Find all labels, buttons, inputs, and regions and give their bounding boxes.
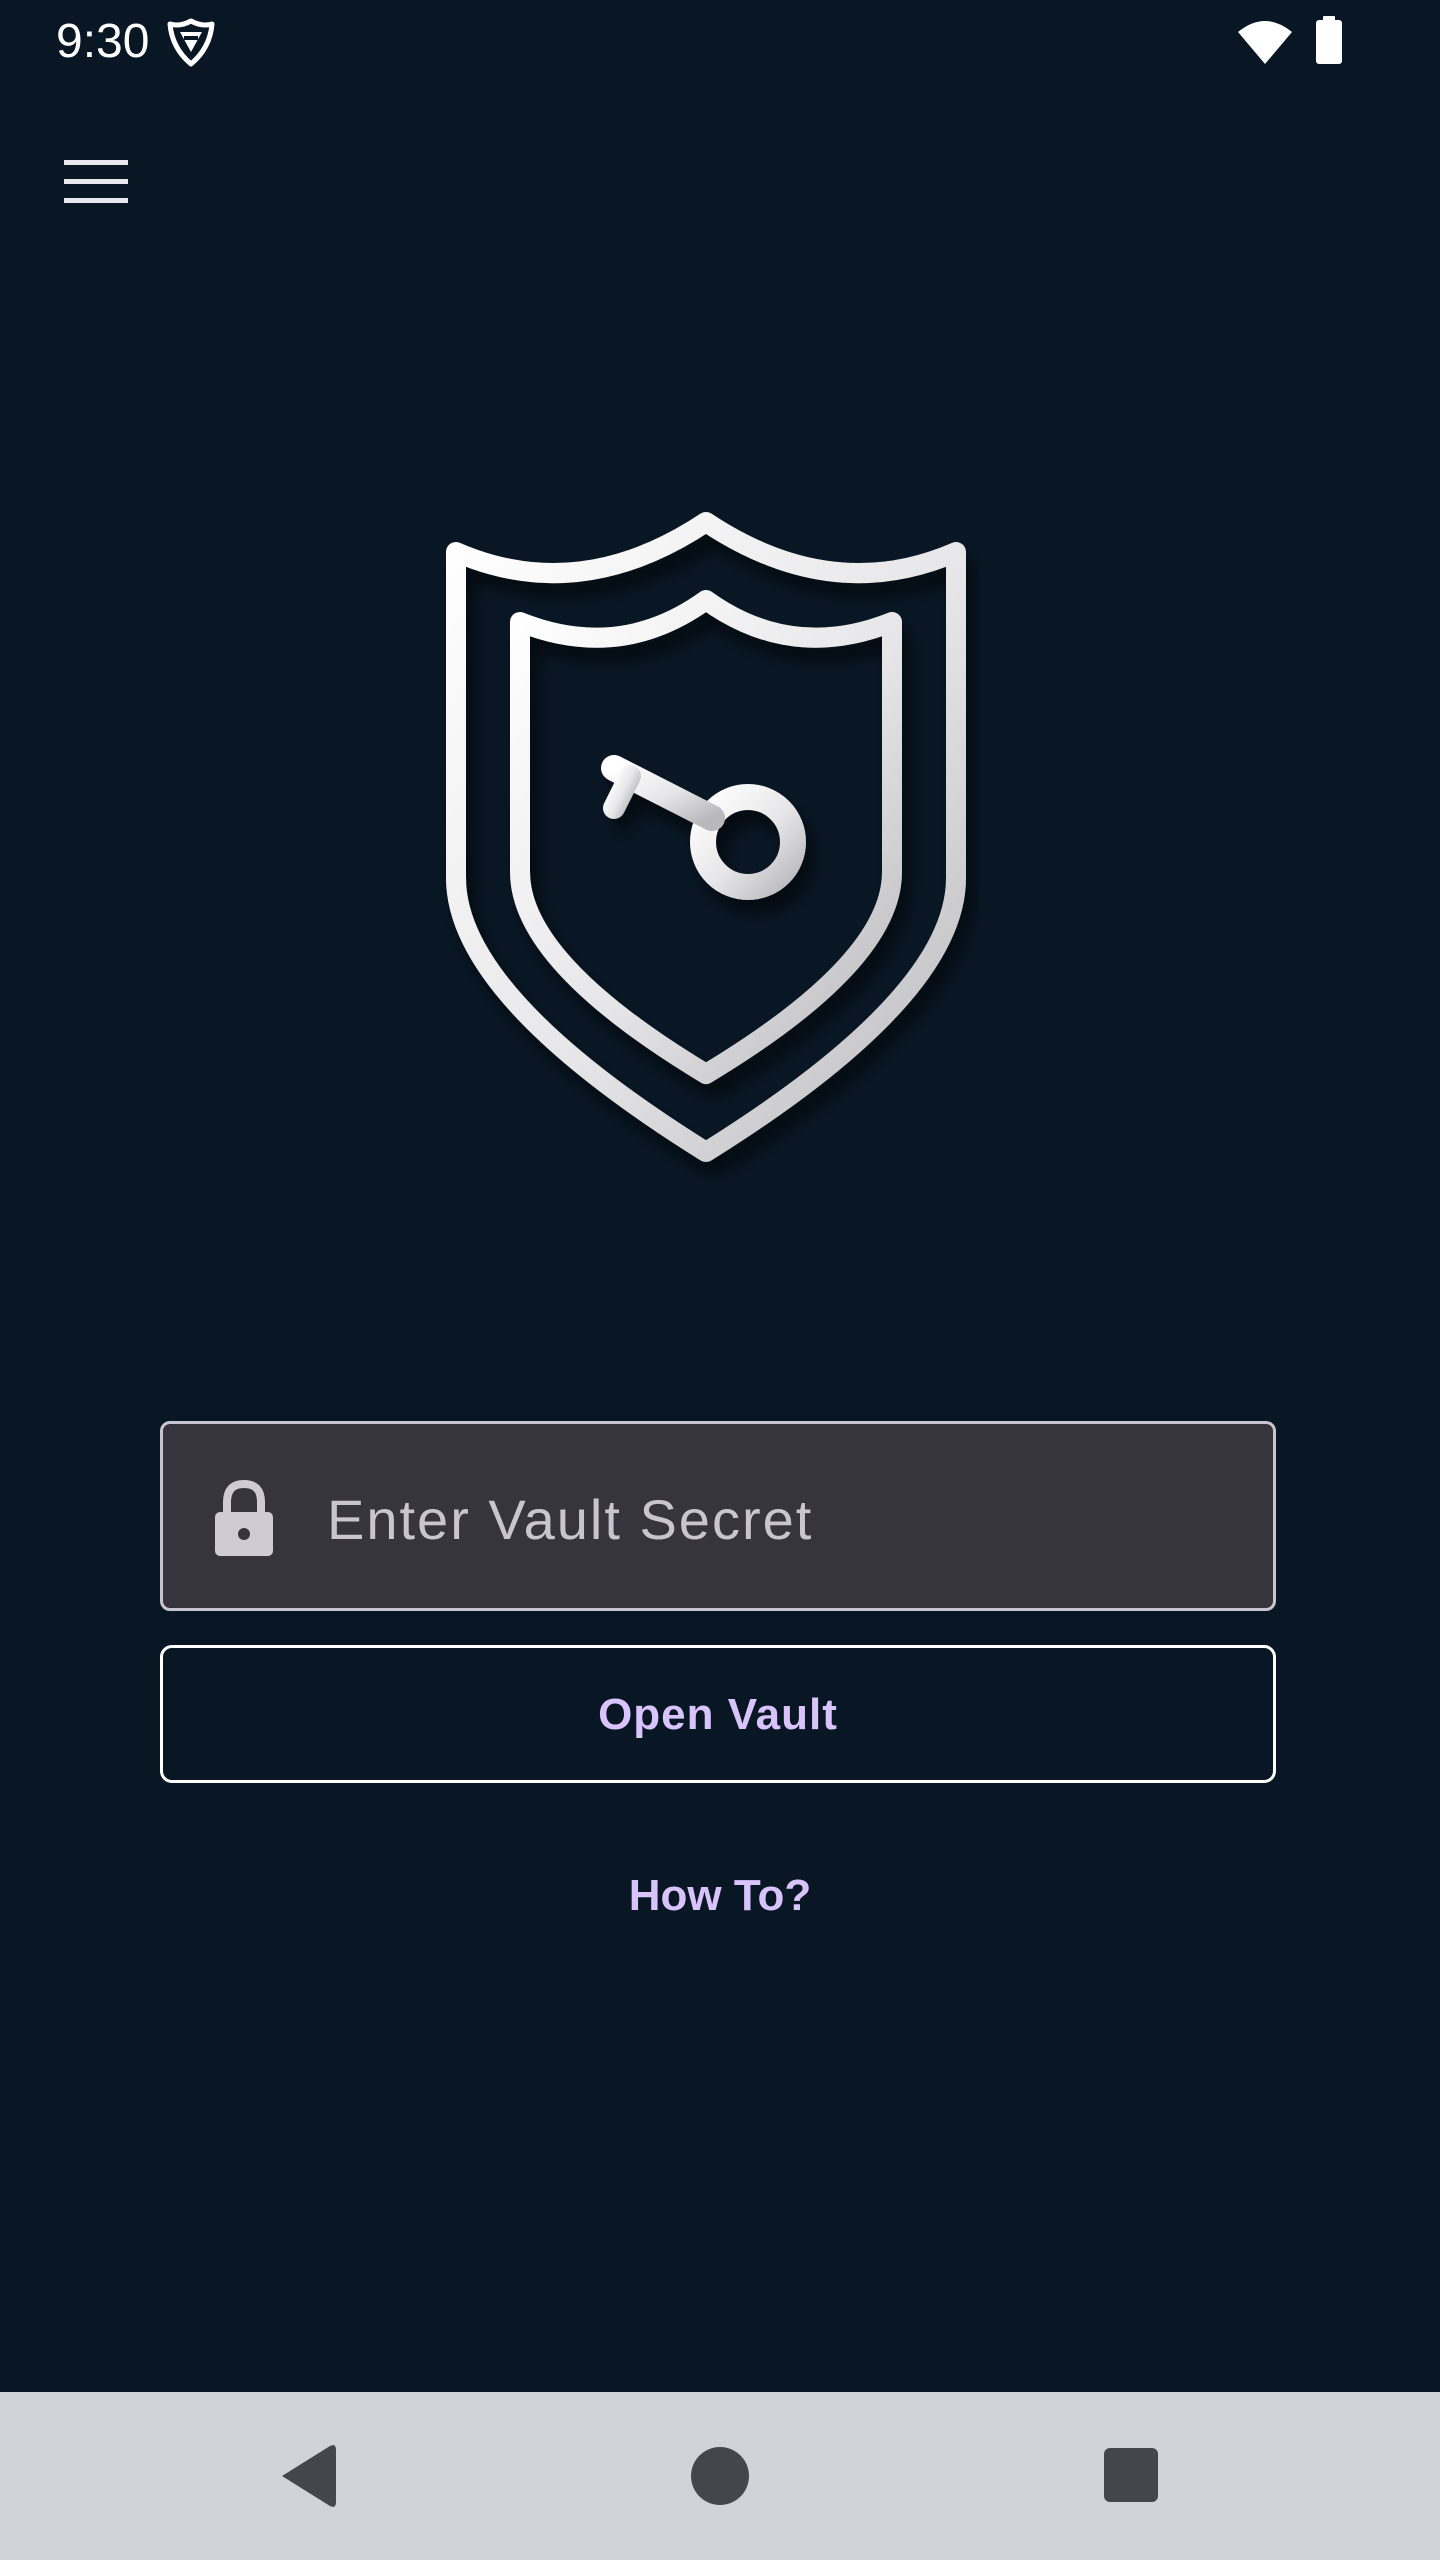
hamburger-menu-icon	[64, 160, 128, 203]
vault-secret-input[interactable]	[327, 1464, 1227, 1574]
status-bar: 9:30	[0, 0, 1440, 84]
battery-icon	[1316, 16, 1342, 64]
system-nav-bar	[0, 2392, 1440, 2560]
vault-secret-field[interactable]	[160, 1421, 1276, 1611]
wifi-icon	[1238, 21, 1292, 64]
lock-icon	[215, 1480, 273, 1556]
menu-button[interactable]	[40, 132, 156, 232]
open-vault-button[interactable]: Open Vault	[160, 1645, 1276, 1783]
status-time: 9:30	[56, 15, 150, 68]
home-icon[interactable]	[670, 2426, 770, 2526]
vault-screen: 9:30 Open Vault How To?	[0, 0, 1440, 2560]
shield-key-icon	[446, 512, 966, 1162]
how-to-link[interactable]: How To?	[560, 1854, 880, 1938]
vpn-shield-icon	[167, 18, 215, 67]
back-icon[interactable]	[258, 2426, 358, 2526]
recents-icon[interactable]	[1082, 2426, 1182, 2526]
